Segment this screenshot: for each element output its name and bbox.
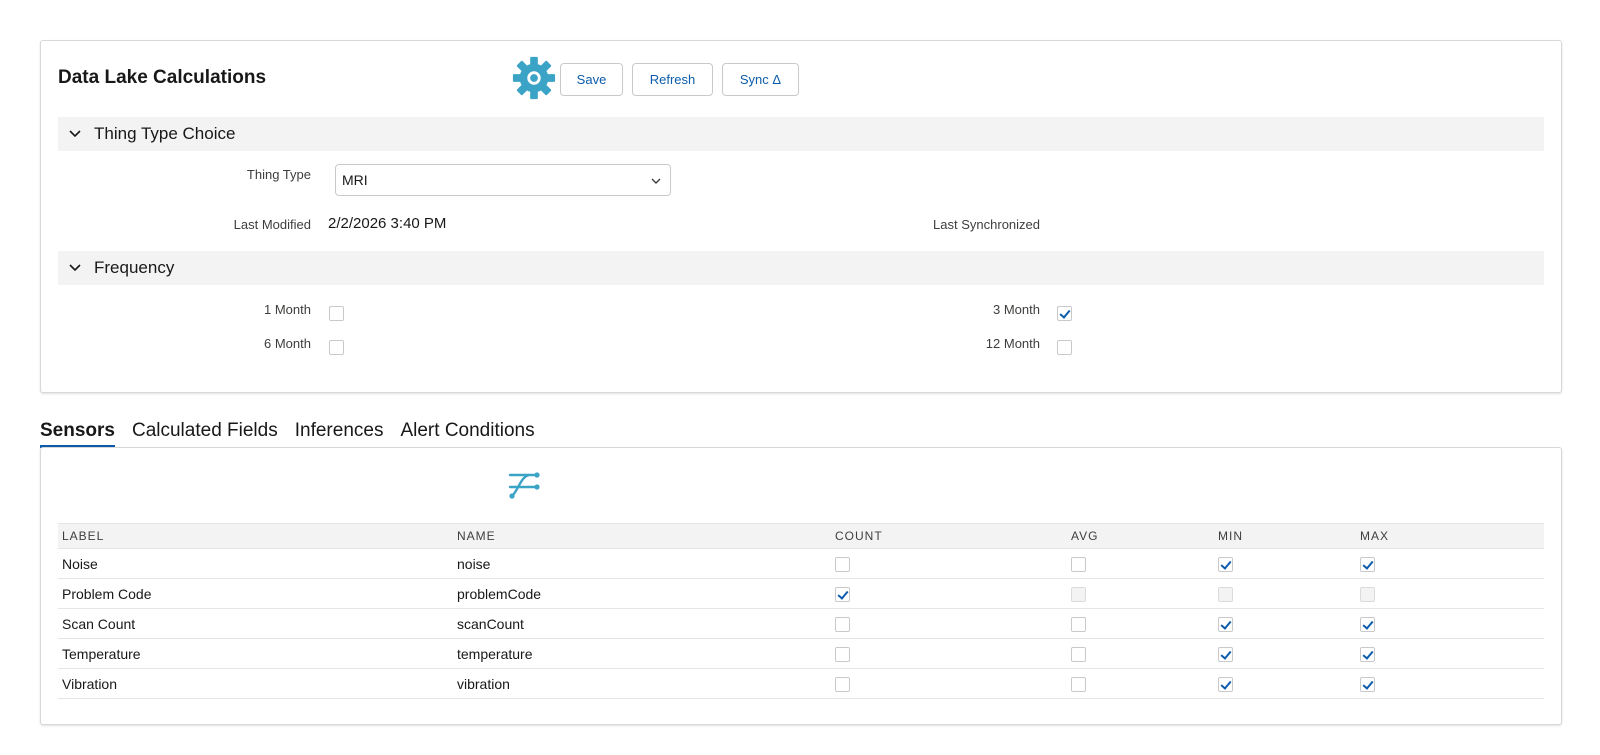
sensor-min-cell xyxy=(1214,578,1356,609)
sync-button[interactable]: Sync Δ xyxy=(722,63,799,96)
tab-alert-conditions[interactable]: Alert Conditions xyxy=(400,420,534,448)
frequency-option-label: 6 Month xyxy=(264,336,311,351)
refresh-button[interactable]: Refresh xyxy=(632,63,713,96)
sensor-avg-cell xyxy=(1067,668,1214,699)
sensor-name-cell: scanCount xyxy=(453,608,831,639)
min-checkbox[interactable] xyxy=(1218,556,1233,572)
frequency-section-header[interactable]: Frequency xyxy=(58,251,1544,285)
frequency-option-label: 1 Month xyxy=(264,302,311,317)
max-checkbox[interactable] xyxy=(1360,676,1375,692)
tab-calculated-fields[interactable]: Calculated Fields xyxy=(132,420,278,448)
sensor-name-cell: noise xyxy=(453,548,831,579)
column-header[interactable]: MIN xyxy=(1214,523,1356,549)
sensor-count-cell xyxy=(831,608,1067,639)
avg-checkbox[interactable] xyxy=(1071,616,1086,632)
column-header[interactable]: AVG xyxy=(1067,523,1214,549)
frequency-option-label: 3 Month xyxy=(993,302,1040,317)
sensor-count-cell xyxy=(831,668,1067,699)
sensors-table: LABEL NAME COUNT AVG MIN MAX Noise noise P… xyxy=(58,523,1544,699)
sensor-name-cell: temperature xyxy=(453,638,831,669)
column-header[interactable]: LABEL xyxy=(58,523,453,549)
table-row: Noise noise xyxy=(58,548,1544,579)
section-title: Frequency xyxy=(94,258,175,277)
sensor-min-cell xyxy=(1214,608,1356,639)
count-checkbox[interactable] xyxy=(835,616,850,632)
thing-type-label: Thing Type xyxy=(246,167,311,182)
count-checkbox[interactable] xyxy=(835,646,850,662)
field-mapping-icon[interactable] xyxy=(507,468,541,502)
sensor-label-cell: Noise xyxy=(58,548,453,579)
min-checkbox[interactable] xyxy=(1218,676,1233,692)
sensor-max-cell xyxy=(1356,638,1544,669)
sensor-min-cell xyxy=(1214,548,1356,579)
sensor-avg-cell xyxy=(1067,638,1214,669)
avg-checkbox[interactable] xyxy=(1071,676,1086,692)
max-checkbox[interactable] xyxy=(1360,616,1375,632)
sensor-min-cell xyxy=(1214,638,1356,669)
thing-type-section-header[interactable]: Thing Type Choice xyxy=(58,117,1544,151)
avg-checkbox[interactable] xyxy=(1071,556,1086,572)
min-checkbox xyxy=(1218,586,1233,602)
sensor-count-cell xyxy=(831,548,1067,579)
table-row: Temperature temperature xyxy=(58,638,1544,669)
thing-type-select[interactable]: MRI xyxy=(335,164,671,196)
last-modified-value: 2/2/2026 3:40 PM xyxy=(328,215,447,232)
sensor-name-cell: problemCode xyxy=(453,578,831,609)
table-row: Problem Code problemCode xyxy=(58,578,1544,609)
last-synchronized-label: Last Synchronized xyxy=(933,217,1040,232)
sensor-max-cell xyxy=(1356,608,1544,639)
min-checkbox[interactable] xyxy=(1218,616,1233,632)
tab-inferences[interactable]: Inferences xyxy=(295,420,384,448)
column-header[interactable]: COUNT xyxy=(831,523,1067,549)
frequency-3-month-checkbox[interactable] xyxy=(1057,306,1072,321)
frequency-6-month-checkbox[interactable] xyxy=(329,340,344,355)
table-row: Vibration vibration xyxy=(58,668,1544,699)
sensor-min-cell xyxy=(1214,668,1356,699)
table-row: Scan Count scanCount xyxy=(58,608,1544,639)
column-header[interactable]: NAME xyxy=(453,523,831,549)
count-checkbox[interactable] xyxy=(835,556,850,572)
sensor-name-cell: vibration xyxy=(453,668,831,699)
sensor-max-cell xyxy=(1356,548,1544,579)
column-header[interactable]: MAX xyxy=(1356,523,1544,549)
count-checkbox[interactable] xyxy=(835,676,850,692)
card-title: Data Lake Calculations xyxy=(58,67,267,88)
sensor-avg-cell xyxy=(1067,548,1214,579)
sensor-label-cell: Scan Count xyxy=(58,608,453,639)
chevron-down-icon xyxy=(69,130,81,138)
save-button[interactable]: Save xyxy=(560,63,623,96)
tab-bar: Sensors Calculated Fields Inferences Ale… xyxy=(40,410,552,448)
calculations-card: Data Lake Calculations Save Refresh Sync… xyxy=(40,40,1562,393)
sensor-count-cell xyxy=(831,638,1067,669)
sensor-max-cell xyxy=(1356,668,1544,699)
section-title: Thing Type Choice xyxy=(94,124,236,143)
min-checkbox[interactable] xyxy=(1218,646,1233,662)
sensor-max-cell xyxy=(1356,578,1544,609)
table-header-row: LABEL NAME COUNT AVG MIN MAX xyxy=(58,523,1544,549)
sensor-avg-cell xyxy=(1067,578,1214,609)
frequency-1-month-checkbox[interactable] xyxy=(329,306,344,321)
avg-checkbox[interactable] xyxy=(1071,646,1086,662)
thing-type-value: MRI xyxy=(342,172,368,188)
sensor-count-cell xyxy=(831,578,1067,609)
chevron-down-icon xyxy=(69,264,81,272)
count-checkbox[interactable] xyxy=(835,586,850,602)
frequency-12-month-checkbox[interactable] xyxy=(1057,340,1072,355)
tab-sensors[interactable]: Sensors xyxy=(40,420,115,448)
sensor-avg-cell xyxy=(1067,608,1214,639)
avg-checkbox xyxy=(1071,586,1086,602)
sensor-label-cell: Problem Code xyxy=(58,578,453,609)
frequency-option-label: 12 Month xyxy=(985,336,1040,351)
max-checkbox xyxy=(1360,586,1375,602)
gear-icon[interactable] xyxy=(511,55,557,101)
last-modified-label: Last Modified xyxy=(233,217,311,232)
max-checkbox[interactable] xyxy=(1360,646,1375,662)
sensor-label-cell: Temperature xyxy=(58,638,453,669)
sensors-card: LABEL NAME COUNT AVG MIN MAX Noise noise P… xyxy=(40,447,1562,725)
chevron-down-icon xyxy=(651,178,661,184)
max-checkbox[interactable] xyxy=(1360,556,1375,572)
sensor-label-cell: Vibration xyxy=(58,668,453,699)
